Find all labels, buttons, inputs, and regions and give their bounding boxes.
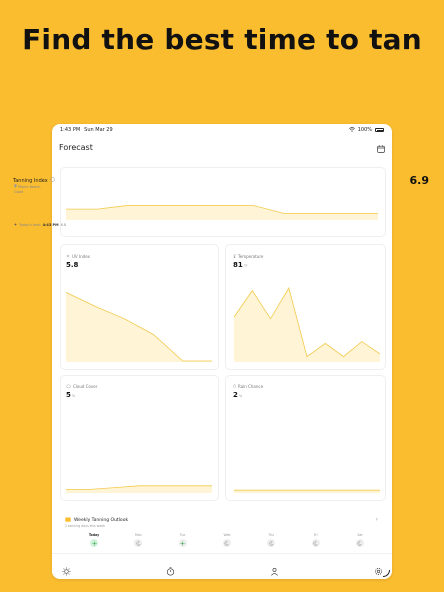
cloud-cover-value: 5% bbox=[66, 391, 75, 399]
temperature-unit: °F bbox=[243, 264, 248, 268]
status-date: Sun Mar 29 bbox=[84, 127, 113, 133]
rain-chance-label: Rain Chance bbox=[233, 383, 264, 389]
cloud-icon bbox=[66, 384, 71, 389]
tab-timer[interactable] bbox=[166, 561, 175, 580]
sun-small-icon bbox=[66, 254, 70, 259]
sun-icon bbox=[178, 539, 187, 547]
tanning-index-title: Tanning Index bbox=[13, 177, 55, 184]
weekly-outlook[interactable]: Weekly Tanning Outlook 2 tanning days th… bbox=[52, 513, 392, 553]
uv-label-text: UV Index bbox=[72, 254, 90, 259]
tanning-condition: Good bbox=[14, 190, 24, 194]
status-bar: 1:43 PM Sun Mar 29 100% bbox=[52, 124, 392, 136]
weekly-day[interactable]: Thu bbox=[259, 533, 283, 547]
best-label: Today's best bbox=[19, 223, 41, 227]
temperature-label-text: Temperature bbox=[238, 254, 264, 259]
moon-icon bbox=[134, 539, 143, 547]
tab-profile[interactable] bbox=[270, 561, 279, 580]
weekly-day-label: Today bbox=[88, 533, 100, 537]
temperature-chart bbox=[234, 286, 380, 362]
raindrop-icon bbox=[233, 383, 236, 389]
uv-index-label: UV Index bbox=[66, 254, 90, 259]
thermometer-icon bbox=[233, 254, 236, 259]
weekly-day[interactable]: Wed bbox=[215, 533, 239, 547]
home-indicator bbox=[383, 570, 390, 577]
uv-value-text: 5.8 bbox=[66, 261, 79, 269]
rain-chance-chart bbox=[234, 489, 380, 493]
headline: Find the best time to tan bbox=[22, 23, 422, 56]
tab-forecast[interactable] bbox=[62, 561, 71, 580]
status-time: 1:43 PM bbox=[60, 127, 81, 133]
weekly-day[interactable]: Today bbox=[82, 533, 106, 547]
person-icon bbox=[270, 561, 279, 580]
weekly-day-label: Thu bbox=[268, 533, 275, 537]
tanning-best-time: Today's best 4:43 PM 6.8 bbox=[14, 223, 66, 227]
gear-icon bbox=[374, 561, 383, 580]
tanning-index-chart bbox=[66, 205, 378, 220]
rain-label-text: Rain Chance bbox=[238, 384, 264, 389]
weekly-title-text: Weekly Tanning Outlook bbox=[74, 518, 129, 523]
sun-icon bbox=[62, 561, 71, 580]
battery-icon bbox=[375, 128, 384, 132]
uv-index-value: 5.8 bbox=[66, 261, 79, 269]
info-icon[interactable] bbox=[49, 177, 55, 184]
calendar-icon[interactable] bbox=[377, 138, 385, 157]
temperature-value-text: 81 bbox=[233, 261, 243, 269]
uv-index-chart bbox=[66, 292, 212, 362]
rain-chance-value: 2% bbox=[233, 391, 242, 399]
wifi-icon bbox=[348, 126, 355, 134]
tab-settings[interactable] bbox=[374, 561, 383, 580]
battery-percent: 100% bbox=[357, 127, 372, 133]
weekly-outlook-title: Weekly Tanning Outlook bbox=[65, 517, 128, 524]
chevron-right-icon[interactable]: › bbox=[376, 516, 378, 523]
weekly-day-label: Sat bbox=[357, 533, 363, 537]
cloud-unit: % bbox=[71, 394, 76, 398]
moon-icon bbox=[355, 539, 364, 547]
location-pin-icon bbox=[14, 184, 17, 189]
weekly-day-label: Wed bbox=[223, 533, 231, 537]
page-title: Forecast bbox=[59, 142, 93, 152]
cloud-value-text: 5 bbox=[66, 391, 71, 399]
weekly-days: Today Mon Tue Wed Thu Fri Sat bbox=[82, 533, 372, 547]
weekly-day-label: Mon bbox=[134, 533, 142, 537]
rain-unit: % bbox=[238, 394, 243, 398]
rain-value-text: 2 bbox=[233, 391, 238, 399]
moon-icon bbox=[267, 539, 276, 547]
moon-icon bbox=[222, 539, 231, 547]
best-value: 6.8 bbox=[60, 223, 67, 227]
moon-icon bbox=[311, 539, 320, 547]
cloud-label-text: Cloud Cover bbox=[73, 384, 98, 389]
sparkle-icon bbox=[14, 223, 17, 227]
tab-bar bbox=[52, 553, 392, 579]
temperature-area bbox=[234, 288, 380, 362]
tanning-index-label: Tanning Index bbox=[13, 177, 48, 184]
weekly-day[interactable]: Sat bbox=[348, 533, 372, 547]
cloud-cover-label: Cloud Cover bbox=[66, 384, 97, 389]
nav-bar: Forecast bbox=[52, 138, 392, 156]
location-text: Miami Beach bbox=[18, 184, 41, 189]
cloud-cover-chart bbox=[66, 485, 212, 493]
calendar-sun-icon bbox=[65, 517, 71, 524]
timer-icon bbox=[166, 561, 175, 580]
weekly-day-label: Fri bbox=[313, 533, 318, 537]
weekly-day[interactable]: Tue bbox=[171, 533, 195, 547]
tanning-index-value: 6.9 bbox=[409, 174, 430, 187]
weekly-day[interactable]: Fri bbox=[304, 533, 328, 547]
best-time: 4:43 PM bbox=[42, 223, 59, 227]
temperature-value: 81°F bbox=[233, 261, 248, 269]
rain-chance-area bbox=[234, 490, 380, 493]
weekly-outlook-subtitle: 2 tanning days this week bbox=[65, 524, 105, 528]
tanning-location: Miami Beach bbox=[14, 184, 40, 189]
sun-icon bbox=[90, 539, 98, 547]
temperature-label: Temperature bbox=[233, 254, 263, 259]
weekly-day-label: Tue bbox=[179, 533, 186, 537]
weekly-day[interactable]: Mon bbox=[126, 533, 150, 547]
